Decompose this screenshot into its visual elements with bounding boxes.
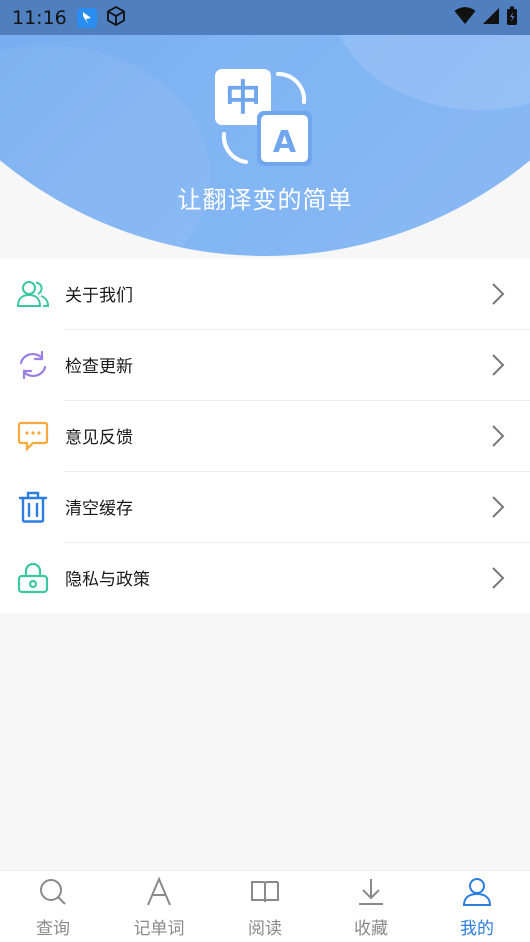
bottom-navigation: 查询 记单词 阅读 收藏 我的	[0, 870, 530, 942]
search-icon	[38, 877, 68, 907]
chevron-right-icon	[490, 566, 506, 590]
person-icon	[462, 877, 492, 907]
logo-char-en: A	[273, 125, 297, 160]
chevron-right-icon	[490, 282, 506, 306]
app-logo: 中 A	[212, 66, 316, 170]
cube-icon	[105, 5, 127, 31]
book-icon	[250, 877, 280, 907]
status-bar: 11:16	[0, 0, 530, 35]
menu-item-privacy-policy[interactable]: 隐私与政策	[0, 542, 530, 613]
settings-menu: 关于我们 检查更新 意见反馈 清空缓存 隐私与政策	[0, 258, 530, 613]
menu-item-feedback[interactable]: 意见反馈	[0, 400, 530, 471]
nav-tab-search[interactable]: 查询	[0, 871, 106, 942]
lock-icon	[17, 562, 49, 594]
menu-item-clear-cache[interactable]: 清空缓存	[0, 471, 530, 542]
app-slogan: 让翻译变的简单	[177, 186, 353, 214]
nav-tab-vocabulary[interactable]: 记单词	[106, 871, 212, 942]
refresh-icon	[17, 349, 49, 381]
menu-label-privacy-policy: 隐私与政策	[65, 570, 150, 590]
wifi-icon	[454, 6, 476, 29]
signal-icon	[482, 7, 500, 29]
chevron-right-icon	[490, 353, 506, 377]
status-time: 11:16	[12, 6, 67, 29]
download-icon	[356, 877, 386, 907]
trash-icon	[17, 491, 49, 523]
letter-a-icon	[144, 877, 174, 907]
chevron-right-icon	[490, 424, 506, 448]
menu-label-check-update: 检查更新	[65, 357, 133, 377]
nav-tab-reading[interactable]: 阅读	[212, 871, 318, 942]
battery-icon	[506, 6, 518, 30]
nav-label-mine: 我的	[460, 919, 494, 939]
app-notification-icon	[76, 7, 97, 28]
nav-tab-favorites[interactable]: 收藏	[318, 871, 424, 942]
nav-label-reading: 阅读	[248, 919, 282, 939]
users-icon	[17, 278, 49, 310]
logo-char-zh: 中	[225, 78, 261, 119]
nav-label-favorites: 收藏	[354, 919, 388, 939]
chat-bubble-icon	[17, 420, 49, 452]
nav-label-search: 查询	[36, 919, 70, 939]
nav-tab-mine[interactable]: 我的	[424, 871, 530, 942]
menu-item-check-update[interactable]: 检查更新	[0, 329, 530, 400]
menu-label-about-us: 关于我们	[65, 286, 133, 306]
chevron-right-icon	[490, 495, 506, 519]
nav-label-vocabulary: 记单词	[133, 919, 185, 939]
menu-label-clear-cache: 清空缓存	[65, 499, 133, 519]
menu-item-about-us[interactable]: 关于我们	[0, 258, 530, 329]
menu-label-feedback: 意见反馈	[65, 428, 133, 448]
